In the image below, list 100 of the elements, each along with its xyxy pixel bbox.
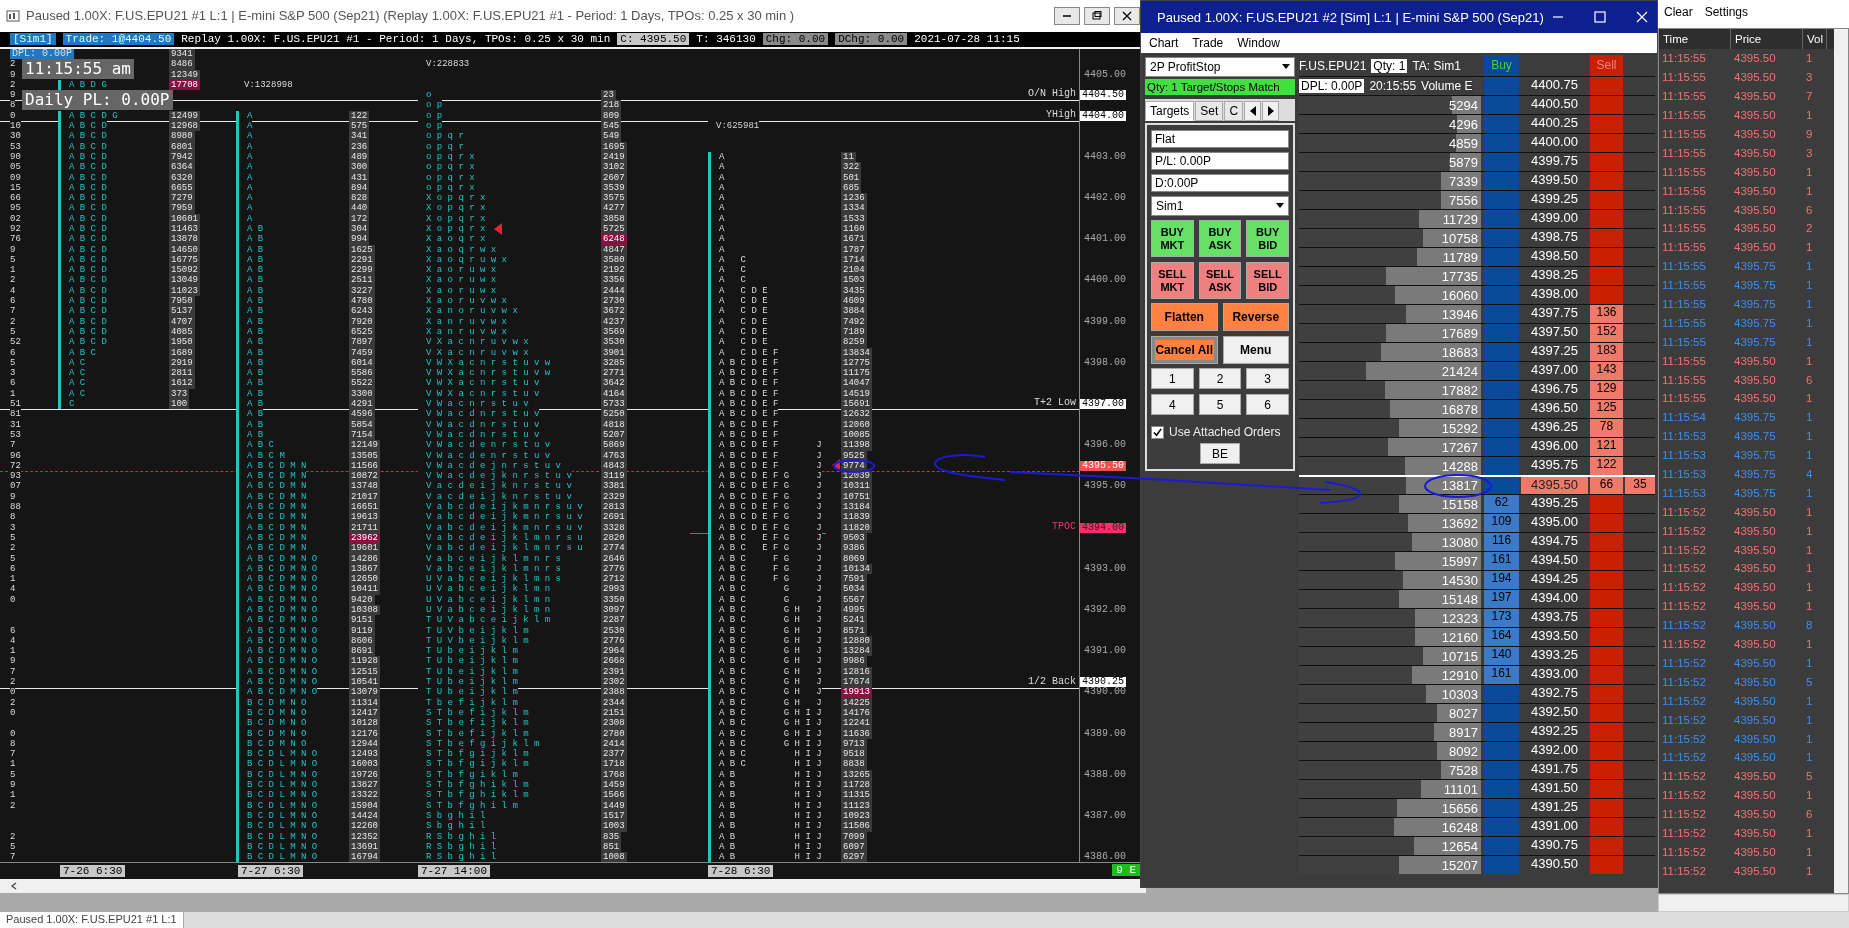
ask-cell[interactable]: [1590, 818, 1623, 836]
action-button[interactable]: Cancel All: [1151, 336, 1218, 364]
bid-cell[interactable]: [1484, 96, 1519, 114]
order-button[interactable]: BUY ASK: [1198, 220, 1242, 257]
strategy-dropdown[interactable]: 2P ProfitStop: [1145, 57, 1295, 77]
quantity-button[interactable]: 3: [1246, 368, 1289, 389]
ask-cell[interactable]: [1590, 172, 1623, 190]
bid-cell[interactable]: [1484, 799, 1519, 817]
quantity-button[interactable]: 4: [1151, 394, 1194, 415]
bid-cell[interactable]: 197: [1484, 590, 1519, 608]
quantity-button[interactable]: 2: [1198, 368, 1242, 389]
ask-cell[interactable]: [1590, 799, 1623, 817]
bid-cell[interactable]: [1484, 457, 1519, 475]
action-button[interactable]: Reverse: [1222, 303, 1289, 331]
ask-cell[interactable]: [1590, 609, 1623, 627]
column-header[interactable]: Time: [1659, 29, 1731, 49]
price-cell[interactable]: 4395.50: [1521, 477, 1588, 494]
ask-cell[interactable]: [1590, 742, 1623, 760]
vertical-scrollbar[interactable]: [1834, 29, 1848, 893]
tab[interactable]: Set: [1195, 101, 1224, 121]
bid-cell[interactable]: [1484, 761, 1519, 779]
quantity-button[interactable]: 6: [1246, 394, 1289, 415]
bid-cell[interactable]: [1484, 210, 1519, 228]
bid-cell[interactable]: 62: [1484, 495, 1519, 513]
bid-cell[interactable]: 161: [1484, 666, 1519, 684]
bid-cell[interactable]: 116: [1484, 533, 1519, 551]
bid-cell[interactable]: [1484, 248, 1519, 266]
order-button[interactable]: SELL BID: [1246, 262, 1289, 299]
quantity-button[interactable]: 1: [1151, 368, 1194, 389]
ask-cell[interactable]: [1590, 704, 1623, 722]
bid-cell[interactable]: [1484, 153, 1519, 171]
ask-cell[interactable]: 66: [1590, 477, 1623, 494]
bid-cell[interactable]: 109: [1484, 514, 1519, 532]
bid-cell[interactable]: [1484, 324, 1519, 342]
ask-cell[interactable]: 143: [1590, 362, 1623, 380]
bid-cell[interactable]: [1484, 856, 1519, 874]
bid-cell[interactable]: [1484, 685, 1519, 703]
column-header[interactable]: Vol: [1803, 29, 1827, 49]
tab[interactable]: Targets: [1145, 101, 1195, 121]
checkbox[interactable]: [1151, 425, 1164, 439]
bid-cell[interactable]: [1484, 818, 1519, 836]
column-header[interactable]: Price: [1731, 29, 1803, 49]
bid-cell[interactable]: [1484, 229, 1519, 247]
bid-cell[interactable]: 173: [1484, 609, 1519, 627]
ask-cell[interactable]: [1590, 628, 1623, 646]
bid-cell[interactable]: [1484, 77, 1519, 95]
bid-cell[interactable]: [1484, 267, 1519, 285]
ask-cell[interactable]: [1590, 248, 1623, 266]
order-button[interactable]: SELL MKT: [1151, 262, 1194, 299]
bid-cell[interactable]: 161: [1484, 552, 1519, 570]
close-icon[interactable]: [1635, 11, 1648, 23]
bid-cell[interactable]: [1484, 191, 1519, 209]
minimize-button[interactable]: [1054, 7, 1080, 25]
ask-cell[interactable]: [1590, 191, 1623, 209]
order-button[interactable]: SELL ASK: [1198, 262, 1242, 299]
bid-cell[interactable]: [1484, 742, 1519, 760]
ask-cell[interactable]: [1590, 723, 1623, 741]
ask-cell[interactable]: [1590, 229, 1623, 247]
ask-cell[interactable]: [1590, 495, 1623, 513]
bid-cell[interactable]: 164: [1484, 628, 1519, 646]
bid-cell[interactable]: [1484, 837, 1519, 855]
bid-cell[interactable]: [1484, 172, 1519, 190]
scroll-left-icon[interactable]: [10, 882, 18, 890]
bid-cell[interactable]: [1484, 704, 1519, 722]
ask-cell[interactable]: [1590, 533, 1623, 551]
ask-cell[interactable]: [1590, 780, 1623, 798]
ask-cell[interactable]: [1590, 153, 1623, 171]
ask-cell[interactable]: [1590, 761, 1623, 779]
menu-item[interactable]: Trade: [1192, 36, 1224, 50]
bid-cell[interactable]: [1484, 438, 1519, 456]
ask-cell[interactable]: 152: [1590, 324, 1623, 342]
order-button[interactable]: BUY BID: [1246, 220, 1289, 257]
ask-cell[interactable]: [1590, 590, 1623, 608]
ask-cell[interactable]: [1590, 210, 1623, 228]
ask-cell[interactable]: [1590, 134, 1623, 152]
bid-cell[interactable]: [1484, 400, 1519, 418]
bid-cell[interactable]: [1484, 780, 1519, 798]
bid-cell[interactable]: [1484, 723, 1519, 741]
ask-cell[interactable]: 121: [1590, 438, 1623, 456]
quantity-button[interactable]: 5: [1198, 394, 1242, 415]
tab-scroll-left-button[interactable]: [1244, 101, 1262, 121]
ask-cell[interactable]: 136: [1590, 305, 1623, 323]
ask-cell[interactable]: [1590, 666, 1623, 684]
bid-cell[interactable]: 194: [1484, 571, 1519, 589]
restore-button[interactable]: [1084, 7, 1110, 25]
menu-item[interactable]: Chart: [1149, 36, 1179, 50]
menu-item[interactable]: Window: [1237, 36, 1280, 50]
ask-cell[interactable]: [1590, 647, 1623, 665]
ask-cell[interactable]: [1590, 837, 1623, 855]
ask-cell[interactable]: [1590, 552, 1623, 570]
menu-item[interactable]: Clear: [1664, 5, 1693, 19]
ask-cell[interactable]: 183: [1590, 343, 1623, 361]
ask-cell[interactable]: [1590, 514, 1623, 532]
ask-cell[interactable]: [1590, 571, 1623, 589]
ask-cell[interactable]: 125: [1590, 400, 1623, 418]
tab-scroll-right-button[interactable]: [1262, 101, 1280, 121]
action-button[interactable]: Flatten: [1151, 303, 1218, 331]
taskbar-item[interactable]: Paused 1.00X: F.US.EPU21 #1 L:1: [0, 912, 184, 928]
ask-cell[interactable]: [1590, 96, 1623, 114]
ask-cell[interactable]: [1590, 286, 1623, 304]
